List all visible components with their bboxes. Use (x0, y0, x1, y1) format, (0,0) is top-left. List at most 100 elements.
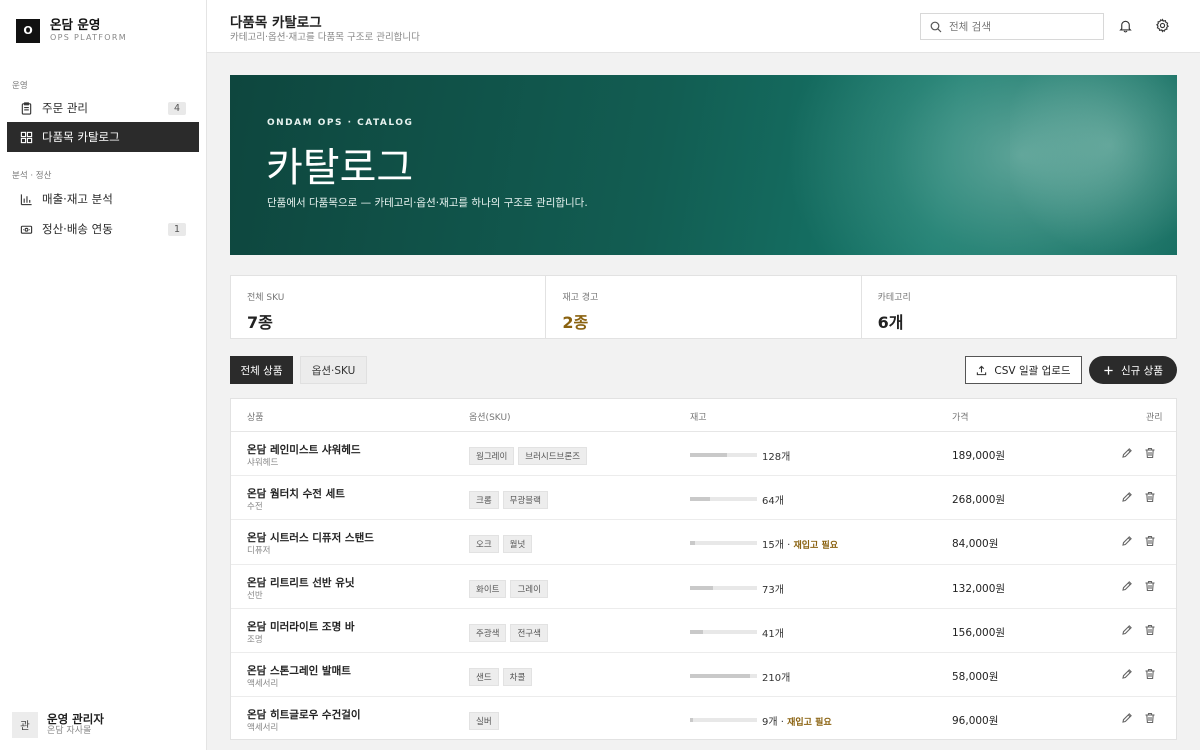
stats-summary: 전체 SKU 7종 재고 경고 2종 카테고리 6개 (230, 275, 1177, 339)
col-header-options: 옵션(SKU) (469, 413, 511, 423)
user-profile[interactable]: 관 운영 관리자 온담 자사몰 (12, 712, 104, 738)
csv-upload-label: CSV 일괄 업로드 (994, 364, 1071, 377)
edit-icon[interactable] (1121, 491, 1133, 503)
brand-name: 온담 운영 (50, 17, 101, 32)
stat-label: 전체 SKU (247, 293, 285, 303)
table-row[interactable]: 온담 시트러스 디퓨저 스탠드 디퓨저 오크 월넛 15개 · 재입고 필요 84,000… (231, 520, 1176, 565)
brand-sub: OPS PLATFORM (50, 33, 127, 42)
product-table: 상품 옵션(SKU) 재고 가격 관리 온담 레인미스트 샤워헤드 샤워헤드 웜그레… (230, 398, 1177, 740)
option-chip: 그레이 (510, 579, 548, 598)
tab-options-sku[interactable]: 옵션·SKU (300, 356, 367, 384)
option-chip: 무광블랙 (502, 491, 548, 510)
edit-icon[interactable] (1121, 668, 1133, 680)
table-row[interactable]: 온담 레인미스트 샤워헤드 샤워헤드 웜그레이 브러시드브론즈 128개 189,000원 (231, 432, 1176, 477)
gear-icon[interactable] (1155, 18, 1170, 33)
sidebar-item-label: 다품목 카탈로그 (42, 130, 120, 144)
product-price: 84,000원 (952, 538, 999, 551)
sidebar-item-catalog[interactable]: 다품목 카탈로그 (7, 122, 199, 152)
stat-value: 6개 (877, 313, 904, 332)
tab-all-products[interactable]: 전체 상품 (230, 356, 293, 384)
trash-icon[interactable] (1144, 491, 1156, 503)
stat-value: 7종 (247, 313, 273, 332)
search-input[interactable] (949, 20, 1099, 33)
section-label-ops: 운영 (12, 81, 28, 91)
wallet-icon (20, 223, 33, 236)
product-category: 디퓨저 (247, 546, 271, 557)
trash-icon[interactable] (1144, 580, 1156, 592)
table-body: 온담 레인미스트 샤워헤드 샤워헤드 웜그레이 브러시드브론즈 128개 189,000원… (231, 432, 1176, 741)
option-chips: 화이트 그레이 (469, 579, 552, 598)
trash-icon[interactable] (1144, 712, 1156, 724)
stock-bar (690, 718, 757, 723)
sidebar-item-orders[interactable]: 주문 관리 4 (7, 93, 199, 123)
stock-bar-fill (690, 585, 714, 590)
table-row[interactable]: 온담 스톤그레인 발매트 액세서리 샌드 차콜 210개 58,000원 (231, 653, 1176, 698)
user-store: 온담 자사몰 (47, 726, 92, 736)
edit-icon[interactable] (1121, 580, 1133, 592)
table-row[interactable]: 온담 웜터치 수전 세트 수전 크롬 무광블랙 64개 268,000원 (231, 476, 1176, 521)
bell-icon[interactable] (1118, 18, 1133, 33)
edit-icon[interactable] (1121, 447, 1133, 459)
product-category: 액세서리 (247, 723, 279, 734)
orders-count-badge: 4 (167, 101, 186, 115)
stock-bar (690, 585, 757, 590)
col-header-manage: 관리 (1146, 413, 1163, 423)
trash-icon[interactable] (1144, 535, 1156, 547)
new-product-label: 신규 상품 (1121, 364, 1163, 377)
product-category: 샤워헤드 (247, 458, 279, 468)
sidebar-item-analytics[interactable]: 매출·재고 분석 (7, 184, 199, 214)
stock-bar (690, 673, 757, 678)
trash-icon[interactable] (1144, 668, 1156, 680)
product-price: 268,000원 (952, 494, 1006, 507)
sidebar-item-label: 정산·배송 연동 (42, 222, 113, 236)
option-chip: 크롬 (469, 491, 499, 510)
product-name[interactable]: 온담 레인미스트 샤워헤드 (247, 442, 361, 457)
table-row[interactable]: 온담 리트리트 선반 유닛 선반 화이트 그레이 73개 132,000원 (231, 565, 1176, 609)
product-name[interactable]: 온담 미러라이트 조명 바 (247, 619, 355, 634)
option-chip: 전구색 (510, 623, 548, 642)
stock-bar-fill (690, 453, 727, 457)
search-box[interactable] (920, 13, 1104, 40)
product-name[interactable]: 온담 히트글로우 수건걸이 (247, 707, 361, 722)
csv-upload-button[interactable]: CSV 일괄 업로드 (965, 356, 1082, 384)
stock-count: 41개 (762, 628, 784, 640)
stock-bar-fill (690, 629, 704, 634)
stock-bar (690, 541, 757, 546)
page-title: 다품목 카탈로그 (230, 15, 322, 31)
stock-count: 9개 (762, 717, 778, 729)
edit-icon[interactable] (1121, 712, 1133, 724)
product-price: 132,000원 (952, 582, 1006, 595)
product-name[interactable]: 온담 리트리트 선반 유닛 (247, 575, 355, 590)
col-header-product: 상품 (247, 413, 264, 423)
option-chips: 실버 (469, 712, 503, 731)
page-subtitle: 카테고리·옵션·재고를 다품목 구조로 관리합니다 (230, 32, 420, 43)
col-header-stock: 재고 (690, 413, 707, 423)
product-name[interactable]: 온담 스톤그레인 발매트 (247, 663, 351, 678)
stock-bar (690, 629, 757, 634)
edit-icon[interactable] (1121, 535, 1133, 547)
table-row[interactable]: 온담 미러라이트 조명 바 조명 주광색 전구색 41개 156,000원 (231, 609, 1176, 653)
user-name: 운영 관리자 (47, 712, 104, 726)
product-name[interactable]: 온담 웜터치 수전 세트 (247, 486, 345, 501)
option-chip: 월넛 (502, 535, 533, 554)
option-chips: 크롬 무광블랙 (469, 491, 552, 510)
brand[interactable]: O 온담 운영 OPS PLATFORM (16, 18, 127, 43)
option-chip: 샌드 (469, 667, 499, 686)
stock-count: 210개 (762, 672, 791, 684)
stock-cell: 9개 · 재입고 필요 (762, 717, 832, 729)
stock-count: 15개 (762, 540, 784, 552)
new-product-button[interactable]: 신규 상품 (1089, 356, 1177, 384)
trash-icon[interactable] (1144, 624, 1156, 636)
product-category: 액세서리 (247, 678, 279, 689)
clipboard-icon (20, 101, 33, 115)
table-row[interactable]: 온담 히트글로우 수건걸이 액세서리 실버 9개 · 재입고 필요 96,000원 (231, 697, 1176, 741)
product-price: 96,000원 (952, 715, 999, 728)
product-name[interactable]: 온담 시트러스 디퓨저 스탠드 (247, 530, 374, 545)
sidebar-item-settlement[interactable]: 정산·배송 연동 1 (7, 214, 199, 244)
edit-icon[interactable] (1121, 624, 1133, 636)
product-category: 조명 (247, 634, 263, 645)
trash-icon[interactable] (1144, 447, 1156, 459)
option-chip: 주광색 (469, 623, 507, 642)
section-label-analytics: 분석 · 정산 (12, 171, 52, 181)
stat-value: 2종 (562, 313, 589, 332)
